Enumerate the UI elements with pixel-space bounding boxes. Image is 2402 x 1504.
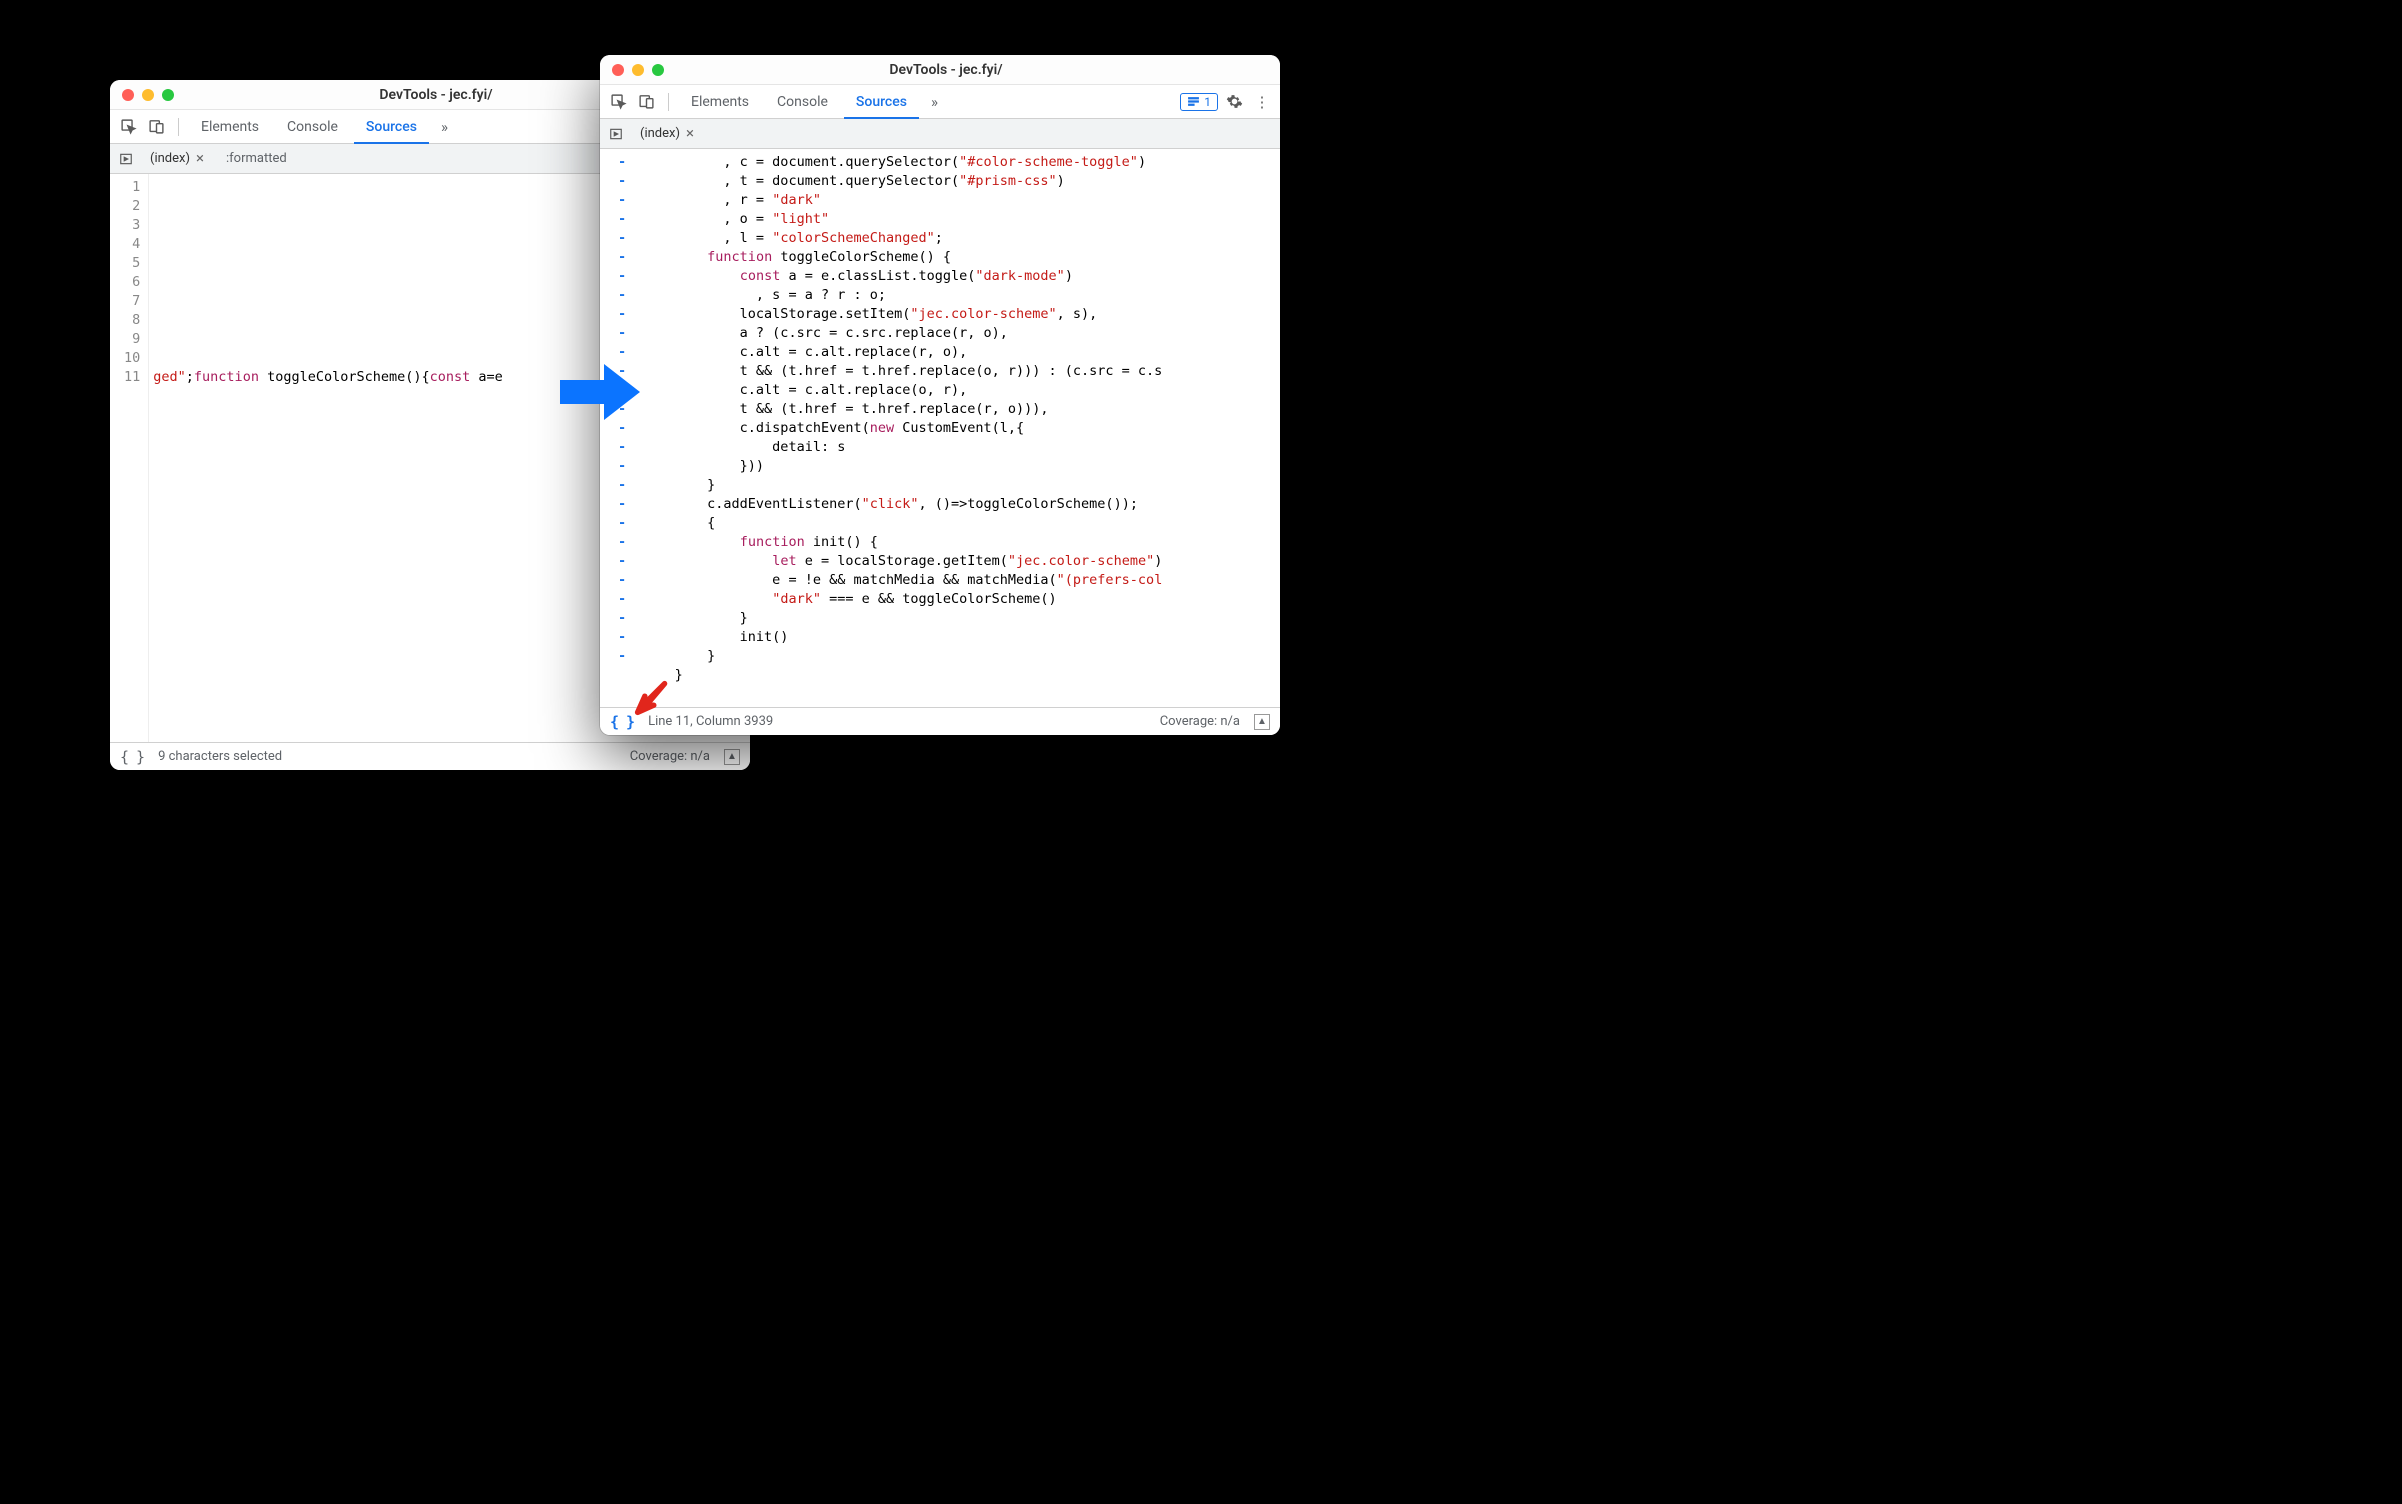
tab-sources[interactable]: Sources: [844, 85, 919, 119]
window-title: DevTools - jec.fyi/: [624, 62, 1268, 78]
status-bar: { } 9 characters selected Coverage: n/a …: [110, 742, 750, 770]
more-tabs-icon[interactable]: »: [923, 93, 946, 111]
code-editor[interactable]: - - - - - - - - - - - - - - - - - - - - …: [600, 149, 1280, 707]
code-body[interactable]: , c = document.querySelector("#color-sch…: [638, 149, 1280, 707]
filetab-index[interactable]: (index) ×: [140, 144, 214, 174]
selection-status: 9 characters selected: [158, 749, 282, 764]
close-tab-icon[interactable]: ×: [196, 151, 204, 166]
close-window-button[interactable]: [612, 64, 624, 76]
inspect-element-icon[interactable]: [116, 115, 140, 139]
device-toggle-icon[interactable]: [144, 115, 168, 139]
inspect-element-icon[interactable]: [606, 90, 630, 114]
issues-indicator[interactable]: 1: [1180, 93, 1218, 111]
device-toggle-icon[interactable]: [634, 90, 658, 114]
cursor-position-status: Line 11, Column 3939: [648, 714, 773, 729]
close-tab-icon[interactable]: ×: [686, 126, 694, 141]
devtools-window-right: DevTools - jec.fyi/ Elements Console Sou…: [600, 55, 1280, 735]
pretty-print-button[interactable]: { }: [610, 713, 634, 731]
close-window-button[interactable]: [122, 89, 134, 101]
main-tabs-bar: Elements Console Sources » 1 ⋮: [600, 85, 1280, 119]
more-tabs-icon[interactable]: »: [433, 118, 456, 136]
file-tabs-bar: (index) ×: [600, 119, 1280, 149]
show-drawer-icon[interactable]: ▲: [1254, 714, 1270, 730]
filetab-label: (index): [640, 126, 680, 141]
tab-sources[interactable]: Sources: [354, 110, 429, 144]
show-drawer-icon[interactable]: ▲: [724, 749, 740, 765]
more-options-icon[interactable]: ⋮: [1250, 90, 1274, 114]
filetab-label: (index): [150, 151, 190, 166]
tab-console[interactable]: Console: [765, 85, 840, 119]
pretty-print-button[interactable]: { }: [120, 748, 144, 766]
show-navigator-icon[interactable]: [604, 122, 628, 146]
show-navigator-icon[interactable]: [114, 147, 138, 171]
filetab-label: :formatted: [226, 151, 287, 166]
annotation-arrow-down-left-icon: [634, 680, 670, 716]
titlebar: DevTools - jec.fyi/: [600, 55, 1280, 85]
divider: [668, 93, 669, 111]
tab-elements[interactable]: Elements: [679, 85, 761, 119]
coverage-status: Coverage: n/a: [1160, 714, 1240, 729]
settings-gear-icon[interactable]: [1222, 90, 1246, 114]
filetab-formatted[interactable]: :formatted: [216, 144, 297, 174]
filetab-index[interactable]: (index) ×: [630, 119, 704, 149]
status-bar: { } Line 11, Column 3939 Coverage: n/a ▲: [600, 707, 1280, 735]
line-number-gutter: 1 2 3 4 5 6 7 8 9 10 11: [110, 174, 149, 742]
coverage-status: Coverage: n/a: [630, 749, 710, 764]
divider: [178, 118, 179, 136]
tab-console[interactable]: Console: [275, 110, 350, 144]
issues-count: 1: [1204, 95, 1211, 109]
tab-elements[interactable]: Elements: [189, 110, 271, 144]
annotation-arrow-right-icon: [560, 360, 640, 430]
